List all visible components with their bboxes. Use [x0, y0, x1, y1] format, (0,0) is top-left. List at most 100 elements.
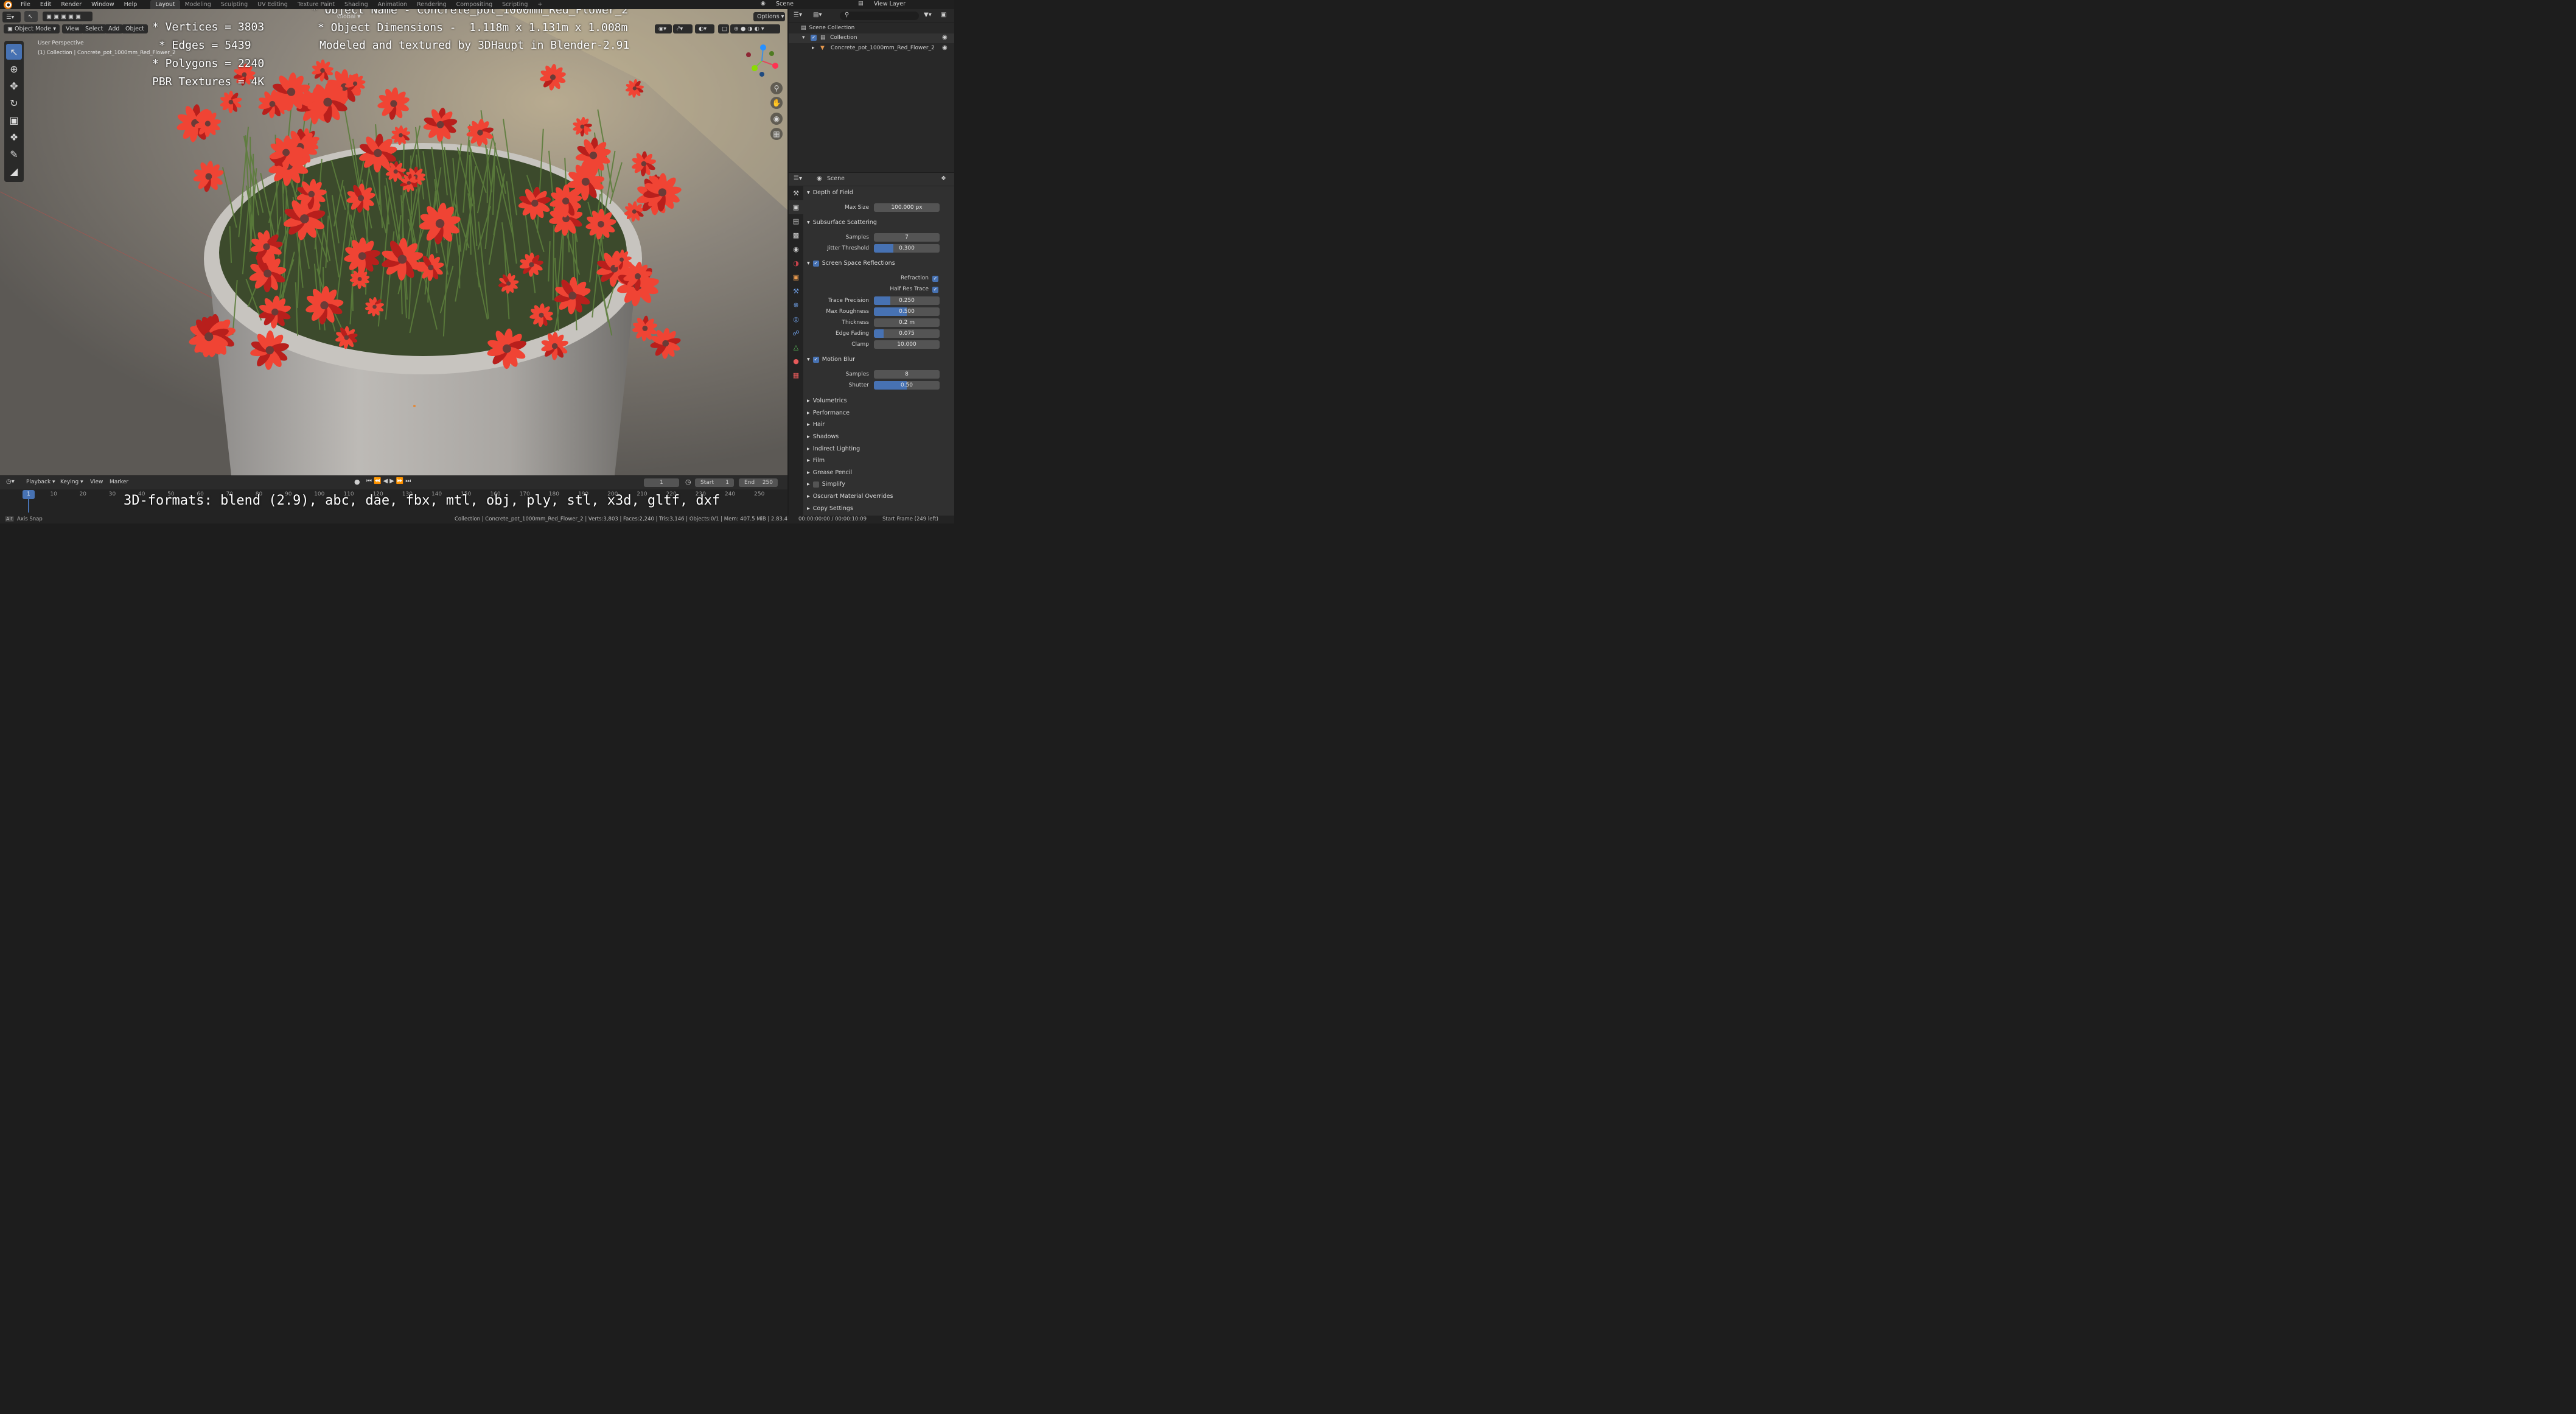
sss-samples-field[interactable]: 7 — [874, 233, 940, 242]
filter-icon[interactable]: ▼▾ — [924, 12, 932, 18]
cursor-tool-icon[interactable]: ⊕ — [6, 61, 22, 77]
overlay-toggle-icon[interactable]: ◐▾ — [695, 24, 714, 33]
render-tab-icon[interactable]: ▣ — [789, 200, 803, 214]
modifier-tab-icon[interactable]: ⚒ — [789, 284, 803, 298]
mb-samples-field[interactable]: 8 — [874, 370, 940, 379]
viewport-menu-select[interactable]: Select — [82, 24, 107, 33]
outliner-row-collection[interactable]: ▾ ✓ ▤ Collection ◉ — [789, 33, 954, 43]
tab-compositing[interactable]: Compositing — [452, 0, 498, 9]
blender-logo-icon[interactable] — [4, 0, 12, 9]
editor-type-icon[interactable]: ☰▾ — [2, 12, 21, 23]
data-tab-icon[interactable]: △ — [789, 340, 803, 354]
pin-icon[interactable]: ❖ — [941, 175, 946, 182]
section-simplify[interactable]: ▸ Simplify — [807, 481, 845, 488]
timeline-menu-playback[interactable]: Playback ▾ — [26, 479, 55, 485]
display-mode-icon[interactable]: ▤▾ — [813, 12, 822, 18]
scene-name[interactable]: Scene — [776, 1, 794, 7]
section-copy-settings[interactable]: ▸ Copy Settings — [807, 505, 853, 512]
tab-uv-editing[interactable]: UV Editing — [253, 0, 293, 9]
section-performance[interactable]: ▸ Performance — [807, 410, 850, 416]
3d-viewport[interactable]: ☰▾ ↖ ▣ ▣ ▣ ▣ ▣ ▣ Object Mode ▾ View Selec… — [0, 9, 787, 475]
scale-tool-icon[interactable]: ▣ — [6, 112, 22, 128]
jitter-threshold-slider[interactable]: 0.300 — [874, 244, 940, 253]
section-motion-blur[interactable]: ▾ ✓ Motion Blur — [807, 356, 855, 363]
max-roughness-slider[interactable]: 0.500 — [874, 307, 940, 316]
view-layer-icon[interactable]: ▤ — [858, 1, 864, 7]
gizmo-toggle-icon[interactable]: ⤤▾ — [673, 24, 693, 33]
output-tab-icon[interactable]: ▤ — [789, 214, 803, 228]
gizmo-z-icon[interactable] — [760, 44, 766, 51]
current-frame-field[interactable]: 1 — [644, 478, 679, 487]
section-film[interactable]: ▸ Film — [807, 457, 825, 464]
new-collection-icon[interactable]: ▣ — [941, 12, 946, 18]
timeline-menu-view[interactable]: View — [90, 479, 103, 485]
clamp-field[interactable]: 10.000 — [874, 340, 940, 349]
preview-range-clock-icon[interactable]: ◷ — [685, 478, 691, 486]
view-layer-tab-icon[interactable]: ▩ — [789, 228, 803, 242]
zoom-icon[interactable]: ⚲ — [770, 82, 783, 94]
tab-modeling[interactable]: Modeling — [180, 0, 216, 9]
ssr-enabled-checkbox[interactable]: ✓ — [812, 260, 819, 267]
timeline-editor-type-icon[interactable]: ◷▾ — [6, 478, 15, 485]
options-dropdown[interactable]: Options ▾ — [753, 12, 785, 21]
visibility-icon[interactable]: ◉▾ — [655, 24, 672, 33]
edge-fading-slider[interactable]: 0.075 — [874, 329, 940, 338]
ortho-grid-icon[interactable]: ▦ — [770, 128, 783, 140]
gizmo-y-icon[interactable] — [752, 65, 758, 71]
playhead[interactable]: 1 — [23, 490, 35, 499]
visibility-eye-icon[interactable]: ◉ — [942, 34, 948, 41]
max-size-field[interactable]: 100.000 px — [874, 203, 940, 212]
timeline-menu-keying[interactable]: Keying ▾ — [60, 479, 83, 485]
shading-mode-icons[interactable]: ⊕ ● ◑ ◐ ▾ — [730, 24, 780, 33]
simplify-checkbox[interactable] — [812, 481, 819, 488]
measure-tool-icon[interactable]: ◢ — [6, 163, 22, 179]
end-frame-field[interactable]: End 250 — [739, 478, 778, 487]
visibility-eye-icon[interactable]: ◉ — [942, 44, 948, 51]
collection-checkbox[interactable]: ✓ — [811, 35, 817, 41]
camera-view-icon[interactable]: ◉ — [770, 113, 783, 125]
menu-help[interactable]: Help — [119, 1, 142, 8]
object-tab-icon[interactable]: ▣ — [789, 270, 803, 284]
section-shadows[interactable]: ▸ Shadows — [807, 433, 839, 440]
scene-tab-icon[interactable]: ◉ — [789, 242, 803, 256]
particles-tab-icon[interactable]: ✵ — [789, 298, 803, 312]
expand-arrow-icon[interactable]: ▸ — [812, 45, 815, 51]
gizmo-x-icon[interactable] — [772, 63, 778, 69]
tab-shading[interactable]: Shading — [340, 0, 373, 9]
tab-animation[interactable]: Animation — [373, 0, 412, 9]
shutter-slider[interactable]: 0.50 — [874, 381, 940, 390]
xray-toggle-icon[interactable]: □ — [718, 24, 729, 33]
material-tab-icon[interactable]: ● — [789, 354, 803, 368]
viewport-menu-view[interactable]: View — [62, 24, 83, 33]
motion-blur-checkbox[interactable]: ✓ — [812, 356, 819, 363]
world-tab-icon[interactable]: ◑ — [789, 256, 803, 270]
viewport-menu-object[interactable]: Object — [122, 24, 148, 33]
scene-selector-icon[interactable]: ◉ — [761, 1, 766, 7]
rotate-tool-icon[interactable]: ↻ — [6, 95, 22, 111]
menu-window[interactable]: Window — [86, 1, 119, 8]
section-depth-of-field[interactable]: ▾ Depth of Field — [807, 189, 853, 196]
timeline-menu-marker[interactable]: Marker — [110, 479, 128, 485]
constraints-tab-icon[interactable]: ☍ — [789, 326, 803, 340]
section-grease-pencil[interactable]: ▸ Grease Pencil — [807, 469, 852, 476]
section-indirect-lighting[interactable]: ▸ Indirect Lighting — [807, 446, 860, 452]
selection-mode-icons[interactable]: ▣ ▣ ▣ ▣ ▣ — [43, 12, 92, 21]
tab-layout[interactable]: Layout — [150, 0, 180, 9]
move-tool-icon[interactable]: ✥ — [6, 78, 22, 94]
section-subsurface-scattering[interactable]: ▾ Subsurface Scattering — [807, 219, 877, 226]
transform-tool-icon[interactable]: ❖ — [6, 129, 22, 145]
refraction-checkbox[interactable]: ✓ — [932, 276, 938, 282]
section-hair[interactable]: ▸ Hair — [807, 421, 825, 428]
view-layer-name[interactable]: View Layer — [874, 1, 906, 7]
tool-tab-icon[interactable]: ⚒ — [789, 186, 803, 200]
tab-texture-paint[interactable]: Texture Paint — [293, 0, 340, 9]
section-volumetrics[interactable]: ▸ Volumetrics — [807, 397, 847, 404]
playback-controls-icons[interactable]: ⏮⏪◀▶⏩⏭ — [366, 478, 413, 485]
outliner-row-object[interactable]: ▸ ▼ Concrete_pot_1000mm_Red_Flower_2 ◉ — [789, 44, 954, 54]
tab-scripting[interactable]: Scripting — [497, 0, 532, 9]
select-box-tool-icon[interactable]: ↖ — [6, 44, 22, 60]
select-tool-icon[interactable]: ↖ — [24, 11, 38, 22]
menu-file[interactable]: File — [16, 1, 35, 8]
outliner-row-scene-collection[interactable]: ▤ Scene Collection — [801, 25, 854, 31]
tab-rendering[interactable]: Rendering — [412, 0, 452, 9]
